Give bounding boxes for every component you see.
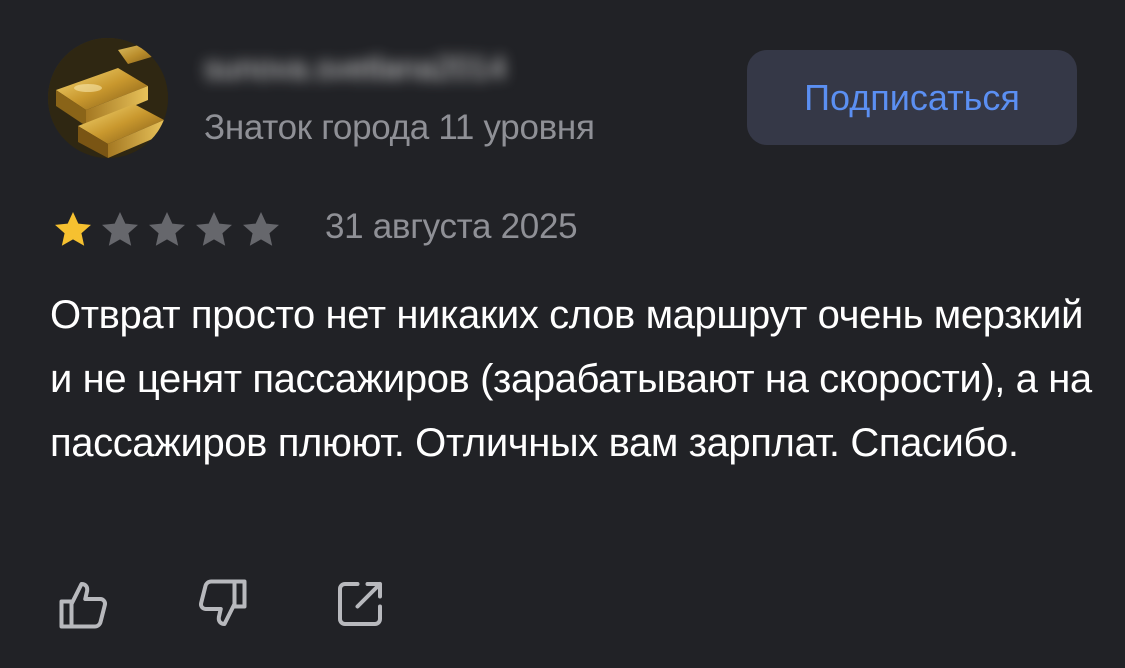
dislike-button[interactable]	[192, 574, 252, 634]
gold-bars-image	[48, 38, 168, 158]
avatar[interactable]	[48, 38, 168, 158]
review-actions	[54, 574, 390, 634]
review-date: 31 августа 2025	[325, 207, 578, 246]
like-button[interactable]	[54, 574, 114, 634]
review-text: Отврат просто нет никаких слов маршрут о…	[50, 293, 1092, 465]
thumbs-up-icon	[59, 582, 108, 629]
share-icon	[338, 582, 382, 626]
star-empty-icon	[243, 212, 279, 246]
star-empty-icon	[149, 212, 185, 246]
star-empty-icon	[196, 212, 232, 246]
author-level: Знаток города 11 уровня	[204, 108, 595, 147]
author-name[interactable]: sunova.svetlana2014	[204, 50, 506, 87]
star-filled-icon	[55, 212, 91, 246]
thumbs-down-icon	[198, 579, 247, 626]
subscribe-button[interactable]: Подписаться	[747, 50, 1077, 145]
share-button[interactable]	[330, 574, 390, 634]
star-empty-icon	[102, 212, 138, 246]
star-rating	[50, 208, 284, 252]
